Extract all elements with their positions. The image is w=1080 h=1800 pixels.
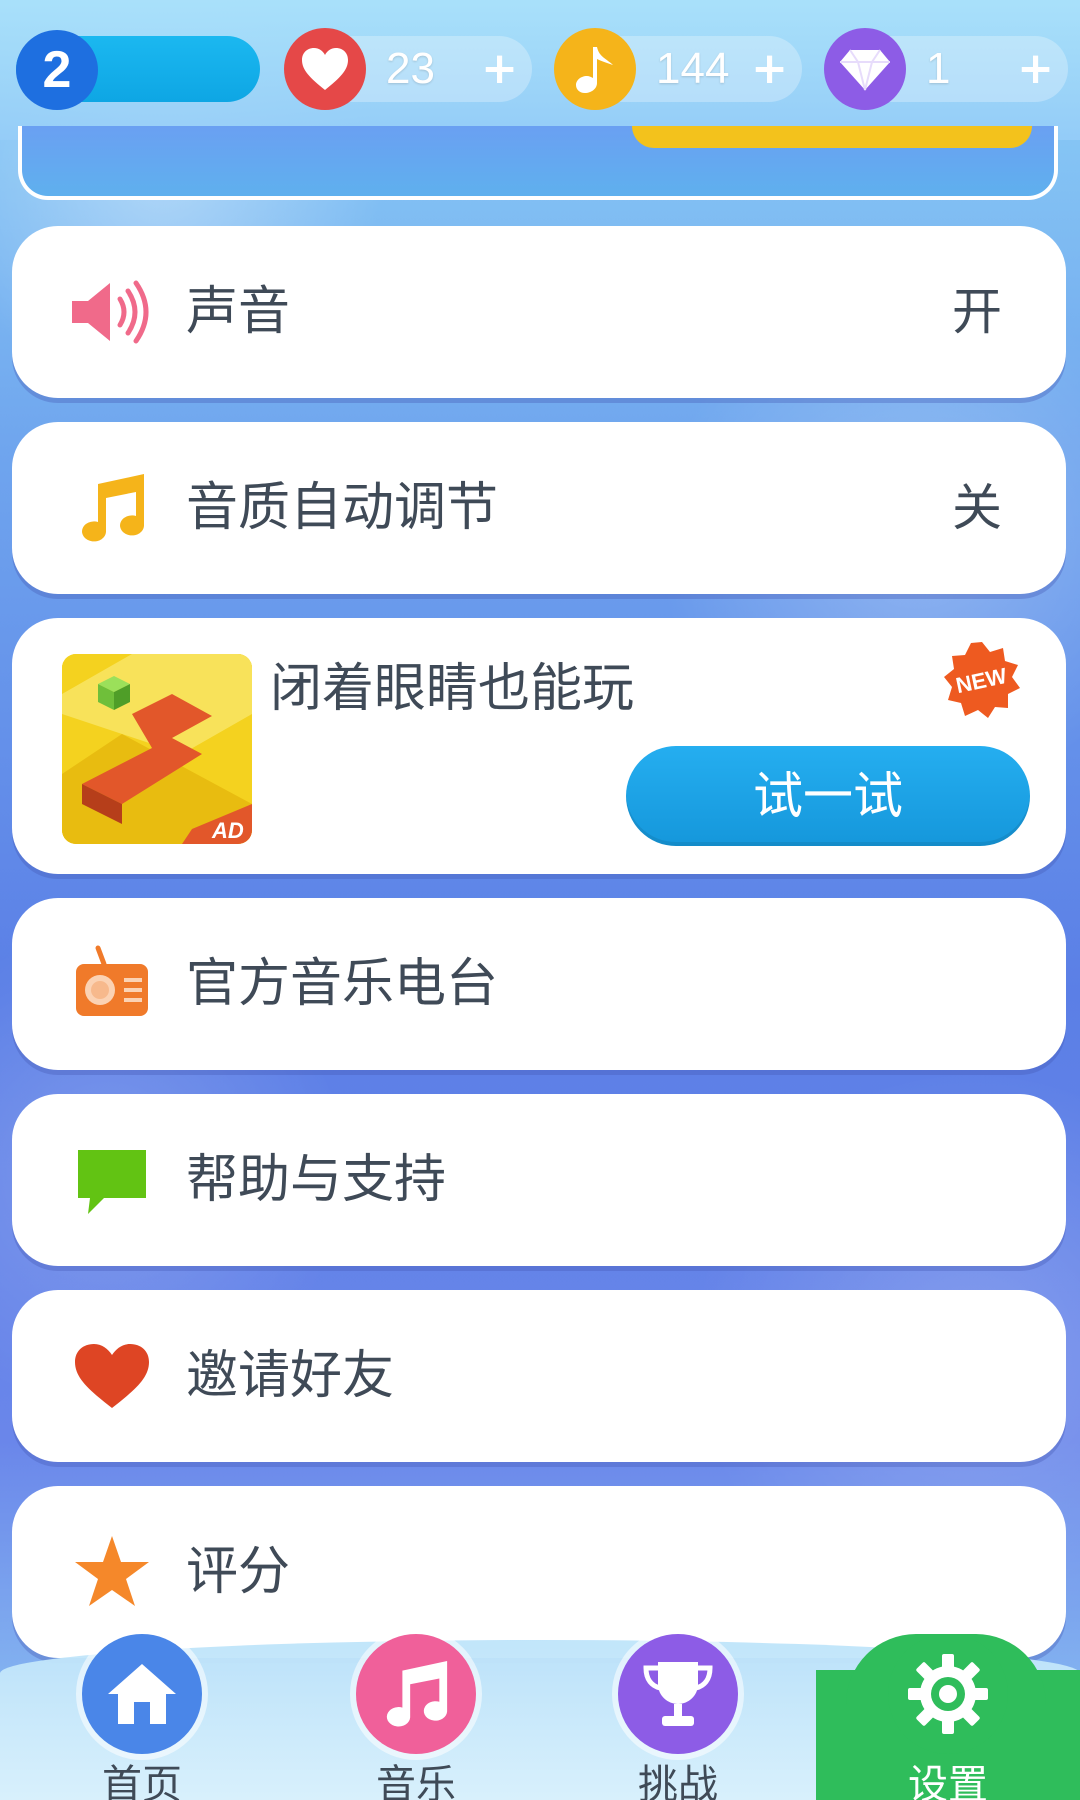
lives-value: 23 bbox=[386, 44, 435, 93]
setting-label: 邀请好友 bbox=[186, 1346, 395, 1406]
level-number: 2 bbox=[16, 30, 98, 110]
heart-icon bbox=[70, 1334, 154, 1418]
setting-label: 音质自动调节 bbox=[186, 478, 499, 538]
ad-title: 闭着眼睛也能玩 bbox=[270, 659, 635, 719]
setting-invite-friends[interactable]: 邀请好友 bbox=[12, 1290, 1066, 1462]
diamond-icon bbox=[824, 28, 906, 110]
setting-label: 评分 bbox=[186, 1542, 291, 1602]
music-notes-icon bbox=[356, 1634, 476, 1754]
nav-challenge[interactable]: 挑战 bbox=[578, 1634, 778, 1800]
setting-sound[interactable]: 声音 开 bbox=[12, 226, 1066, 398]
nav-home[interactable]: 首页 bbox=[42, 1634, 242, 1800]
gems-value: 1 bbox=[926, 44, 951, 93]
gems-add-button[interactable]: + bbox=[1017, 36, 1054, 102]
notes-value: 144 bbox=[656, 44, 730, 93]
banner-button-edge bbox=[632, 126, 1032, 148]
nav-label: 设置 bbox=[908, 1762, 988, 1800]
home-icon bbox=[82, 1634, 202, 1754]
heart-icon bbox=[284, 28, 366, 110]
notes-counter[interactable]: 144 + bbox=[554, 28, 802, 110]
gems-counter[interactable]: 1 + bbox=[824, 28, 1068, 110]
setting-auto-quality[interactable]: 音质自动调节 关 bbox=[12, 422, 1066, 594]
level-badge[interactable]: 2 bbox=[16, 30, 260, 110]
sound-toggle-value[interactable]: 开 bbox=[952, 226, 1002, 398]
music-note-icon bbox=[554, 28, 636, 110]
ad-tag: AD bbox=[211, 818, 244, 843]
setting-help[interactable]: 帮助与支持 bbox=[12, 1094, 1066, 1266]
trophy-icon bbox=[618, 1634, 738, 1754]
setting-label: 官方音乐电台 bbox=[186, 954, 499, 1014]
ad-card[interactable]: AD 闭着眼睛也能玩 NEW 试一试 bbox=[12, 618, 1066, 874]
banner-bottom-edge bbox=[18, 126, 1058, 200]
setting-label: 声音 bbox=[186, 282, 291, 342]
try-it-button[interactable]: 试一试 bbox=[626, 746, 1030, 846]
nav-label: 首页 bbox=[102, 1762, 182, 1800]
setting-label: 帮助与支持 bbox=[186, 1150, 447, 1210]
nav-music[interactable]: 音乐 bbox=[316, 1634, 516, 1800]
chat-bubble-icon bbox=[70, 1138, 154, 1222]
auto-quality-toggle-value[interactable]: 关 bbox=[952, 422, 1002, 594]
ad-game-thumbnail[interactable]: AD bbox=[62, 654, 252, 844]
nav-label: 挑战 bbox=[638, 1762, 718, 1800]
speaker-icon bbox=[70, 270, 154, 354]
radio-icon bbox=[70, 942, 154, 1026]
music-notes-icon bbox=[70, 466, 154, 550]
nav-settings[interactable]: 设置 bbox=[848, 1634, 1048, 1800]
nav-label: 音乐 bbox=[376, 1762, 456, 1800]
lives-add-button[interactable]: + bbox=[481, 36, 518, 102]
notes-add-button[interactable]: + bbox=[751, 36, 788, 102]
lives-counter[interactable]: 23 + bbox=[284, 28, 532, 110]
setting-radio[interactable]: 官方音乐电台 bbox=[12, 898, 1066, 1070]
star-icon bbox=[70, 1530, 154, 1614]
gear-icon bbox=[888, 1634, 1008, 1754]
top-status-bar: 2 23 + 144 + 1 + bbox=[0, 0, 1080, 140]
setting-rate[interactable]: 评分 bbox=[12, 1486, 1066, 1658]
new-badge-icon: NEW bbox=[942, 640, 1022, 720]
